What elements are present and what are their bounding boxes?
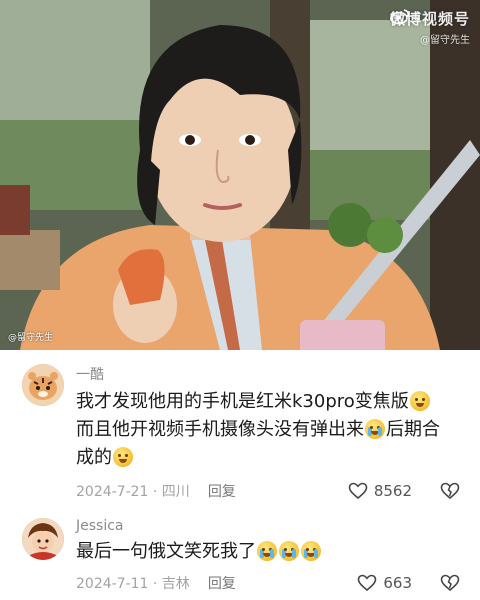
comment-username[interactable]: Jessica bbox=[76, 518, 124, 534]
like-button[interactable]: 663 bbox=[357, 574, 412, 592]
broken-heart-icon bbox=[440, 574, 460, 592]
crying-face-emoji-icon bbox=[365, 419, 385, 439]
like-count: 663 bbox=[383, 574, 412, 592]
weibo-logo-icon bbox=[390, 9, 409, 24]
comment-text-segment: 而且他开视频手机摄像头没有弹出来 bbox=[76, 419, 364, 440]
comment-date-location: 2024-7-21 · 四川 bbox=[76, 484, 190, 500]
heart-icon bbox=[348, 482, 368, 500]
comment-meta: 2024-7-21 · 四川 回复 8562 bbox=[76, 480, 460, 502]
video-watermark: 微博视频号 @留守先生 bbox=[390, 8, 470, 46]
video-still[interactable]: 微博视频号 @留守先生 @留守先生 bbox=[0, 0, 480, 350]
tiger-avatar-icon bbox=[22, 364, 64, 406]
avatar[interactable] bbox=[22, 518, 64, 560]
broken-heart-icon bbox=[440, 482, 460, 500]
loudly-crying-face-emoji-icon bbox=[279, 541, 299, 561]
reply-button[interactable]: 回复 bbox=[208, 481, 236, 501]
comment-text-segment: 最后一句俄文笑死我了 bbox=[76, 541, 256, 562]
comment-date-location: 2024-7-11 · 吉林 bbox=[76, 576, 190, 592]
comment-text: 我才发现他用的手机是红米k30pro变焦版 而且他开视频手机摄像头没有弹出来 后期合… bbox=[76, 388, 446, 472]
comment-text-segment: 我才发现他用的手机是红米k30pro变焦版 bbox=[76, 391, 409, 412]
loudly-crying-face-emoji-icon bbox=[301, 541, 321, 561]
dislike-button[interactable] bbox=[440, 574, 460, 592]
worried-face-emoji-icon bbox=[409, 391, 430, 411]
loudly-crying-face-emoji-icon bbox=[257, 541, 277, 561]
child-avatar-icon bbox=[22, 518, 64, 560]
video-frame-illustration bbox=[0, 0, 480, 350]
reply-button[interactable]: 回复 bbox=[208, 573, 236, 593]
comment-username[interactable]: 一酷 bbox=[76, 364, 104, 384]
comment-text: 最后一句俄文笑死我了 bbox=[76, 538, 446, 566]
watermark-account: @留守先生 bbox=[420, 35, 470, 46]
video-corner-tag-text: @留守先生 bbox=[8, 333, 54, 343]
comment-meta: 2024-7-11 · 吉林 回复 663 bbox=[76, 572, 460, 594]
dislike-button[interactable] bbox=[440, 482, 460, 500]
worried-face-emoji-icon bbox=[113, 447, 133, 467]
like-button[interactable]: 8562 bbox=[348, 482, 412, 500]
comment-item: 一酷 我才发现他用的手机是红米k30pro变焦版 而且他开视频手机摄像头没有弹出来… bbox=[0, 352, 480, 508]
avatar[interactable] bbox=[22, 364, 64, 406]
comment-item: Jessica 最后一句俄文笑死我了 2024-7-11 · 吉林 回复 663 bbox=[0, 508, 480, 600]
like-count: 8562 bbox=[373, 482, 412, 500]
heart-icon bbox=[358, 574, 377, 592]
video-corner-tag: @留守先生 bbox=[8, 330, 53, 343]
